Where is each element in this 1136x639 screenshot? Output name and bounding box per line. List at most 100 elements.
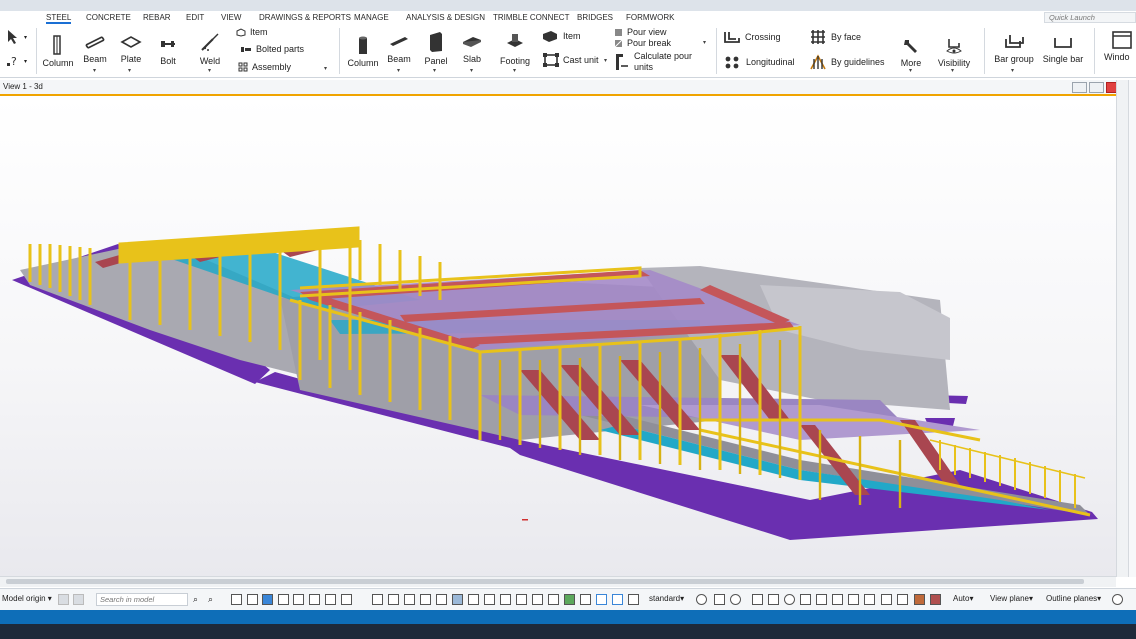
grid-toggle-icon[interactable] [73, 594, 84, 605]
tab-rebar[interactable]: REBAR [143, 13, 171, 22]
plate-button[interactable]: Plate [116, 33, 146, 64]
steel-item-button[interactable]: Item [236, 27, 268, 37]
snap-tool-button[interactable]: ? ▾ [6, 53, 27, 69]
bar-group-button[interactable]: Bar group [992, 31, 1036, 64]
select-group-icon[interactable] [325, 594, 336, 605]
select-line-icon[interactable] [309, 594, 320, 605]
pour-break-button[interactable]: Pour break [614, 38, 671, 48]
select-tool-button[interactable]: ▾ [6, 29, 27, 45]
snap-mid-icon[interactable] [452, 594, 463, 605]
zoom-search-icon[interactable]: ⌕ [208, 594, 213, 605]
draw-cross-icon[interactable] [816, 594, 827, 605]
plus-icon[interactable] [58, 594, 69, 605]
horizontal-scroll-thumb[interactable] [6, 579, 1084, 584]
draw-circle-icon[interactable] [784, 594, 795, 605]
concrete-item-button[interactable]: Item [541, 29, 581, 43]
select-object-icon[interactable] [262, 594, 273, 605]
snap-workplane-icon[interactable] [580, 594, 591, 605]
tab-bridges[interactable]: BRIDGES [577, 13, 613, 22]
snap-geometry-icon[interactable] [628, 594, 639, 605]
snap-perp-icon[interactable] [468, 594, 479, 605]
select-grid-icon[interactable] [341, 594, 352, 605]
tab-concrete[interactable]: CONCRETE [86, 13, 131, 22]
steel-beam-button[interactable]: Beam [80, 33, 110, 64]
cast-unit-icon [543, 53, 559, 67]
snap-square-icon[interactable] [500, 594, 511, 605]
snap-green-icon[interactable] [564, 594, 575, 605]
bottom-toolbar: Model origin ▾ Search in model ⌕ ⌕ stand… [0, 588, 1136, 611]
snap-point-icon[interactable] [372, 594, 383, 605]
settings-gear-icon[interactable] [696, 594, 707, 605]
minimize-view-button[interactable] [1072, 82, 1087, 93]
footing-button[interactable]: Footing [496, 31, 534, 66]
panel-button[interactable]: Panel [420, 31, 452, 66]
by-guidelines-button[interactable]: By guidelines [809, 53, 885, 71]
crossing-button[interactable]: Crossing [723, 29, 781, 45]
tab-edit[interactable]: EDIT [186, 13, 204, 22]
select-part-icon[interactable] [247, 594, 258, 605]
concrete-beam-button[interactable]: Beam [384, 33, 414, 64]
pick-icon[interactable] [714, 594, 725, 605]
horizontal-scrollbar[interactable] [0, 576, 1116, 587]
snap-grid-icon[interactable] [596, 594, 607, 605]
snap-any-icon[interactable] [612, 594, 623, 605]
quick-launch-input[interactable]: Quick Launch [1044, 12, 1136, 23]
tab-view[interactable]: VIEW [221, 13, 241, 22]
outline-planes-select[interactable]: Outline planes▾ [1046, 594, 1101, 603]
eye-icon[interactable] [730, 594, 741, 605]
visibility-button[interactable]: Visibility [936, 37, 972, 68]
column-icon [53, 35, 61, 55]
snap-box-icon[interactable] [404, 594, 415, 605]
by-face-button[interactable]: By face [809, 28, 861, 46]
calculate-pour-units-button[interactable]: Calculate pour units [614, 51, 692, 73]
draw-triangle-icon[interactable] [800, 594, 811, 605]
draw-rect-icon[interactable] [768, 594, 779, 605]
slab-button[interactable]: Slab [457, 33, 487, 64]
draw-dim-icon[interactable] [848, 594, 859, 605]
tab-steel[interactable]: STEEL [46, 13, 72, 24]
select-arrow-icon[interactable] [231, 594, 242, 605]
snap-intersection-icon[interactable] [516, 594, 527, 605]
auto-select[interactable]: Auto▾ [953, 594, 973, 603]
select-component-icon[interactable] [278, 594, 289, 605]
draw-box-icon[interactable] [752, 594, 763, 605]
steel-column-button[interactable]: Column [42, 35, 74, 68]
restore-view-button[interactable] [1089, 82, 1104, 93]
tab-analysis-design[interactable]: ANALYSIS & DESIGN [406, 13, 485, 22]
visibility-eye-icon[interactable] [1112, 594, 1123, 605]
snap-cross-icon[interactable] [388, 594, 399, 605]
snap-end-icon[interactable] [436, 594, 447, 605]
single-bar-button[interactable]: Single bar [1042, 35, 1084, 64]
search-icon[interactable]: ⌕ [193, 594, 198, 605]
record-icon[interactable] [930, 594, 941, 605]
snapshot-icon[interactable] [914, 594, 925, 605]
search-model-input[interactable]: Search in model [96, 593, 188, 606]
tab-drawings-reports[interactable]: DRAWINGS & REPORTS [259, 13, 351, 22]
view-plane-select[interactable]: View plane▾ [990, 594, 1033, 603]
pour-view-button[interactable]: Pour view [614, 27, 667, 37]
snap-tangent-icon[interactable] [532, 594, 543, 605]
cast-unit-button[interactable]: Cast unit [543, 53, 599, 67]
snap-ext-icon[interactable] [484, 594, 495, 605]
tab-trimble-connect[interactable]: TRIMBLE CONNECT [493, 13, 569, 22]
standard-select[interactable]: standard▾ [649, 594, 684, 603]
sum-icon[interactable] [881, 594, 892, 605]
longitudinal-button[interactable]: Longitudinal [724, 55, 795, 69]
measure-icon[interactable] [897, 594, 908, 605]
tab-manage[interactable]: MANAGE [354, 13, 389, 22]
assembly-button[interactable]: Assembly [238, 62, 291, 72]
tab-formwork[interactable]: FORMWORK [626, 13, 674, 22]
model-origin-select[interactable]: Model origin ▾ [2, 594, 52, 603]
weld-button[interactable]: Weld [194, 31, 226, 66]
more-button[interactable]: More [896, 37, 926, 68]
model-viewport-3d[interactable] [0, 96, 1116, 576]
draw-chevron-icon[interactable] [864, 594, 875, 605]
select-assembly-icon[interactable] [293, 594, 304, 605]
snap-line-icon[interactable] [420, 594, 431, 605]
bolted-parts-button[interactable]: Bolted parts [240, 44, 304, 54]
window-button[interactable]: Windo [1104, 31, 1136, 62]
concrete-column-button[interactable]: Column [346, 35, 380, 68]
snap-nearest-icon[interactable] [548, 594, 559, 605]
bolt-button[interactable]: Bolt [153, 35, 183, 66]
draw-angle-icon[interactable] [832, 594, 843, 605]
